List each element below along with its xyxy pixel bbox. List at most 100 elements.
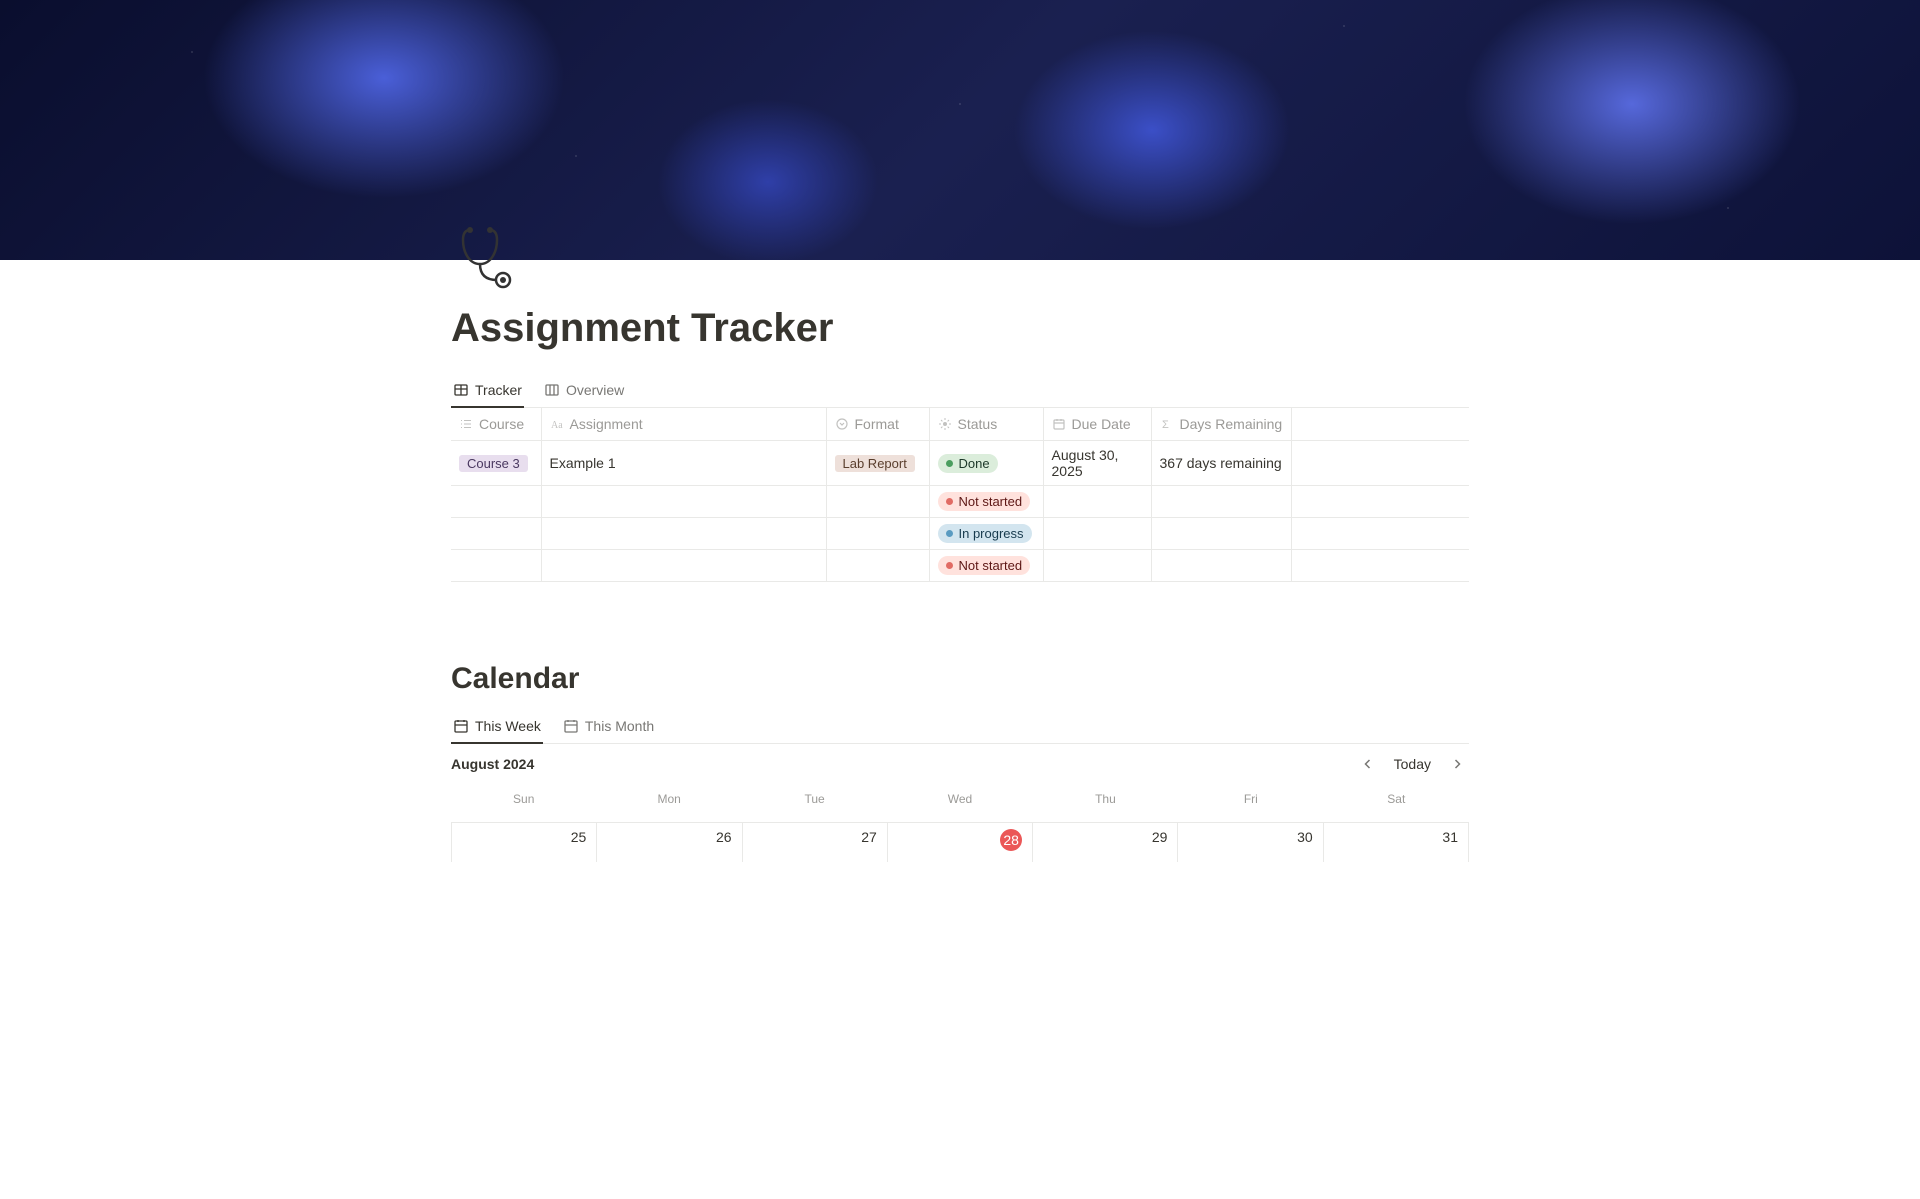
cell-assignment[interactable]: Example 1 [541,441,826,486]
calendar-dayname: Sun [451,786,596,812]
tab-label: This Month [585,718,654,734]
table-row[interactable]: Course 3Example 1 Lab Report Done August 30… [451,441,1469,486]
cell-assignment[interactable] [541,486,826,518]
tab-overview[interactable]: Overview [542,376,626,408]
table-row[interactable]: In progress [451,518,1469,550]
calendar-dayname: Sat [1324,786,1469,812]
calendar-tab-this-week[interactable]: This Week [451,712,543,744]
column-header-duedate[interactable]: Due Date [1043,408,1151,441]
calendar-month-label: August 2024 [451,756,534,772]
calendar-daynames: SunMonTueWedThuFriSat [451,786,1469,812]
calendar-icon [453,718,469,734]
chevron-left-icon [1362,758,1374,770]
table-icon [453,382,469,398]
calendar-day-number: 31 [1442,829,1458,845]
calendar-title[interactable]: Calendar [451,662,1469,696]
cell-format[interactable]: Lab Report [826,441,929,486]
calendar-tab-this-month[interactable]: This Month [561,712,656,744]
calendar-dayname: Wed [887,786,1032,812]
cell-format[interactable] [826,550,929,582]
column-header-status[interactable]: Status [929,408,1043,441]
cell-status[interactable]: Not started [929,486,1043,518]
list-icon [459,417,473,431]
calendar-cell[interactable]: 27 [743,822,888,862]
cell-extra[interactable] [1291,550,1469,582]
calendar-cell[interactable]: 28 [888,822,1033,862]
text-icon: Aa [550,417,564,431]
cell-format[interactable] [826,486,929,518]
view-tabs: Tracker Overview [451,376,1469,408]
table-row[interactable]: Not started [451,486,1469,518]
status-label: In progress [959,526,1024,541]
column-header-days[interactable]: Σ Days Remaining [1151,408,1291,441]
calendar-day-number: 27 [861,829,877,845]
calendar-today-button[interactable]: Today [1388,754,1437,774]
format-tag: Lab Report [835,455,915,472]
calendar-next-button[interactable] [1445,752,1469,776]
status-dot-icon [946,562,953,569]
status-dot-icon [946,460,953,467]
cell-course[interactable]: Course 3 [451,441,541,486]
cell-duedate[interactable] [1043,518,1151,550]
calendar-nav: Today [1356,752,1469,776]
tab-label: Overview [566,382,624,398]
calendar-cell[interactable]: 30 [1178,822,1323,862]
calendar-day-number: 25 [571,829,587,845]
calendar-cell[interactable]: 31 [1324,822,1469,862]
cell-duedate[interactable] [1043,550,1151,582]
cell-assignment[interactable] [541,518,826,550]
cell-format[interactable] [826,518,929,550]
tracker-table: Course Aa Assignment [451,408,1469,582]
cell-duedate[interactable]: August 30, 2025 [1043,441,1151,486]
cell-course[interactable] [451,486,541,518]
cell-status[interactable]: In progress [929,518,1043,550]
cell-extra[interactable] [1291,518,1469,550]
stethoscope-icon [455,222,525,292]
cell-status[interactable]: Done [929,441,1043,486]
page-emoji[interactable] [451,218,529,296]
calendar-cell[interactable]: 26 [597,822,742,862]
status-label: Done [959,456,990,471]
calendar-dayname: Thu [1033,786,1178,812]
column-label: Course [479,416,524,432]
column-header-assignment[interactable]: Aa Assignment [541,408,826,441]
svg-text:Aa: Aa [551,420,563,431]
calendar-dayname: Mon [596,786,741,812]
calendar-cell[interactable]: 29 [1033,822,1178,862]
svg-text:Σ: Σ [1162,419,1169,431]
calendar-icon [563,718,579,734]
cell-course[interactable] [451,518,541,550]
column-header-course[interactable]: Course [451,408,541,441]
column-label: Days Remaining [1180,416,1283,432]
page-title[interactable]: Assignment Tracker [451,304,1469,352]
table-row[interactable]: Not started [451,550,1469,582]
cell-status[interactable]: Not started [929,550,1043,582]
tab-label: Tracker [475,382,522,398]
cell-course[interactable] [451,550,541,582]
cell-extra[interactable] [1291,441,1469,486]
calendar-prev-button[interactable] [1356,752,1380,776]
calendar-dayname: Tue [742,786,887,812]
cover-image[interactable] [0,0,1920,260]
status-label: Not started [959,558,1023,573]
calendar-dayname: Fri [1178,786,1323,812]
calendar-day-number: 28 [1000,829,1022,851]
tab-tracker[interactable]: Tracker [451,376,524,408]
calendar-day-number: 26 [716,829,732,845]
cell-days-remaining[interactable]: 367 days remaining [1151,441,1291,486]
cell-extra[interactable] [1291,486,1469,518]
calendar-view-tabs: This Week This Month [451,712,1469,744]
cell-assignment[interactable] [541,550,826,582]
column-label: Status [958,416,998,432]
cell-days-remaining[interactable] [1151,550,1291,582]
calendar-day-number: 30 [1297,829,1313,845]
calendar-cell[interactable]: 25 [452,822,597,862]
cell-days-remaining[interactable] [1151,486,1291,518]
column-label: Format [855,416,899,432]
cell-days-remaining[interactable] [1151,518,1291,550]
calendar-icon [1052,417,1066,431]
column-header-extra[interactable] [1291,408,1469,441]
status-badge: Done [938,454,998,473]
cell-duedate[interactable] [1043,486,1151,518]
column-header-format[interactable]: Format [826,408,929,441]
